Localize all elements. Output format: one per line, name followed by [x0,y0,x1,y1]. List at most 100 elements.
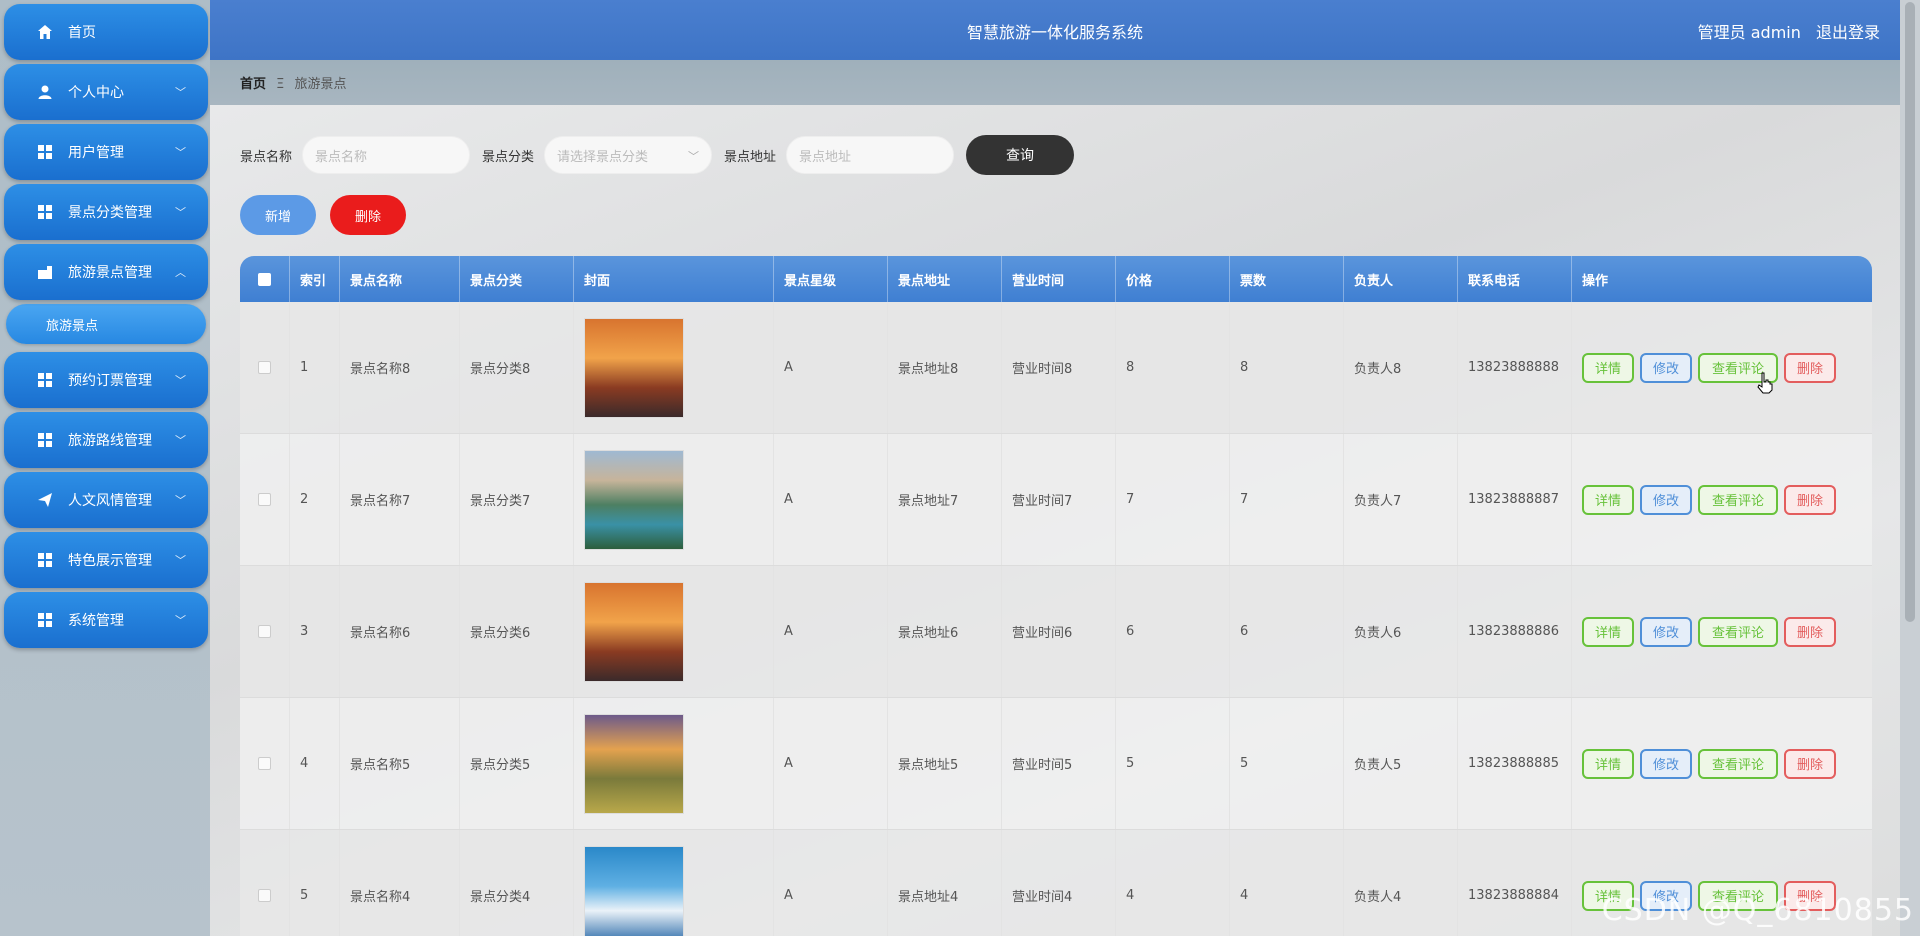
cell-owner: 负责人7 [1344,434,1458,565]
name-input[interactable]: 景点名称 [302,136,471,174]
cell-tickets: 5 [1230,698,1344,829]
delete-button[interactable]: 删除 [1784,616,1836,647]
cell-price: 8 [1116,302,1230,433]
chevron-down-icon: ﹀ [175,554,186,567]
col-tickets: 票数 [1230,256,1344,302]
cell-name: 景点名称5 [340,698,460,829]
sidebar-item-featured[interactable]: 特色展示管理 ﹀ [4,532,208,588]
cell-ops: 详情 修改 查看评论 删除 [1572,698,1872,829]
sidebar-item-label: 系统管理 [68,613,124,629]
sidebar-item-label: 用户管理 [68,145,124,161]
cell-star: A [774,302,888,433]
table-row: 2 景点名称7 景点分类7 A 景点地址7 营业时间7 7 7 负责人7 138… [240,434,1872,566]
col-index: 索引 [290,256,340,302]
cell-index: 1 [290,302,340,433]
send-icon [36,491,54,509]
cell-owner: 负责人4 [1344,830,1458,936]
edit-button[interactable]: 修改 [1640,484,1692,515]
table-row: 1 景点名称8 景点分类8 A 景点地址8 营业时间8 8 8 负责人8 138… [240,302,1872,434]
col-address: 景点地址 [888,256,1002,302]
cell-category: 景点分类6 [460,566,574,697]
sidebar-item-label: 个人中心 [68,85,124,101]
category-label: 景点分类 [482,149,535,165]
detail-button[interactable]: 详情 [1582,484,1634,515]
cell-star: A [774,434,888,565]
address-placeholder: 景点地址 [799,149,852,165]
query-button[interactable]: 查询 [966,135,1075,175]
cell-tickets: 4 [1230,830,1344,936]
row-checkbox[interactable] [240,434,290,565]
cell-index: 2 [290,434,340,565]
review-button[interactable]: 查看评论 [1698,616,1778,647]
batch-delete-button[interactable]: 删除 [330,195,406,235]
edit-button[interactable]: 修改 [1640,616,1692,647]
sidebar-item-label: 旅游路线管理 [68,433,152,449]
sidebar-item-users[interactable]: 用户管理 ﹀ [4,124,208,180]
breadcrumb-home[interactable]: 首页 [240,77,266,92]
breadcrumb: 首页 Ξ 旅游景点 [210,60,1900,105]
category-select[interactable]: 请选择景点分类 ﹀ [544,136,713,174]
main-content: 景点名称 景点名称 景点分类 请选择景点分类 ﹀ 景点地址 景点地址 查询 新增 … [210,105,1900,936]
col-star: 景点星级 [774,256,888,302]
sidebar-item-label: 人文风情管理 [68,493,152,509]
detail-button[interactable]: 详情 [1582,748,1634,779]
delete-button[interactable]: 删除 [1784,352,1836,383]
cell-star: A [774,830,888,936]
sidebar-item-spots[interactable]: 旅游景点管理 ︿ [4,244,208,300]
cover-image [584,845,684,936]
cell-address: 景点地址7 [888,434,1002,565]
cell-category: 景点分类7 [460,434,574,565]
sidebar-item-profile[interactable]: 个人中心 ﹀ [4,64,208,120]
col-ops: 操作 [1582,273,1609,289]
cell-hours: 营业时间7 [1002,434,1116,565]
detail-button[interactable]: 详情 [1582,616,1634,647]
cell-phone: 13823888887 [1458,434,1572,565]
sidebar-item-label: 旅游景点管理 [68,265,152,281]
scrollbar-thumb[interactable] [1905,2,1915,622]
add-button[interactable]: 新增 [240,195,316,235]
cell-category: 景点分类4 [460,830,574,936]
cell-index: 3 [290,566,340,697]
edit-button[interactable]: 修改 [1640,748,1692,779]
select-all-checkbox[interactable] [240,256,290,302]
row-checkbox[interactable] [240,566,290,697]
cell-tickets: 6 [1230,566,1344,697]
sidebar-item-label: 景点分类管理 [68,205,152,221]
cell-ops: 详情 修改 查看评论 删除 [1572,434,1872,565]
cell-category: 景点分类5 [460,698,574,829]
cover-image [584,581,684,682]
sidebar-item-category[interactable]: 景点分类管理 ﹀ [4,184,208,240]
col-hours: 营业时间 [1002,256,1116,302]
chevron-down-icon: ﹀ [175,146,186,159]
top-header: 智慧旅游一体化服务系统 管理员 admin 退出登录 [210,0,1900,60]
submenu-item-spots[interactable]: 旅游景点 [6,304,206,344]
sidebar-item-routes[interactable]: 旅游路线管理 ﹀ [4,412,208,468]
cell-category: 景点分类8 [460,302,574,433]
row-checkbox[interactable] [240,830,290,936]
name-placeholder: 景点名称 [315,149,368,165]
col-owner: 负责人 [1344,256,1458,302]
logout-link[interactable]: 退出登录 [1816,23,1880,42]
sidebar-item-booking[interactable]: 预约订票管理 ﹀ [4,352,208,408]
sidebar-item-system[interactable]: 系统管理 ﹀ [4,592,208,648]
delete-button[interactable]: 删除 [1784,748,1836,779]
sidebar-item-label: 特色展示管理 [68,553,152,569]
cell-tickets: 8 [1230,302,1344,433]
edit-button[interactable]: 修改 [1640,352,1692,383]
cell-cover [574,566,774,697]
table-header: 索引 景点名称 景点分类 封面 景点星级 景点地址 营业时间 价格 票数 负责人… [240,256,1872,302]
app-title: 智慧旅游一体化服务系统 [966,23,1143,42]
submenu-item-label: 旅游景点 [46,318,99,334]
address-input[interactable]: 景点地址 [786,136,955,174]
cell-price: 4 [1116,830,1230,936]
sidebar-item-home[interactable]: 首页 [4,4,208,60]
page-scrollbar[interactable] [1900,0,1920,936]
sidebar-item-culture[interactable]: 人文风情管理 ﹀ [4,472,208,528]
review-button[interactable]: 查看评论 [1698,748,1778,779]
review-button[interactable]: 查看评论 [1698,484,1778,515]
cell-phone: 13823888888 [1458,302,1572,433]
delete-button[interactable]: 删除 [1784,484,1836,515]
row-checkbox[interactable] [240,302,290,433]
detail-button[interactable]: 详情 [1582,352,1634,383]
row-checkbox[interactable] [240,698,290,829]
